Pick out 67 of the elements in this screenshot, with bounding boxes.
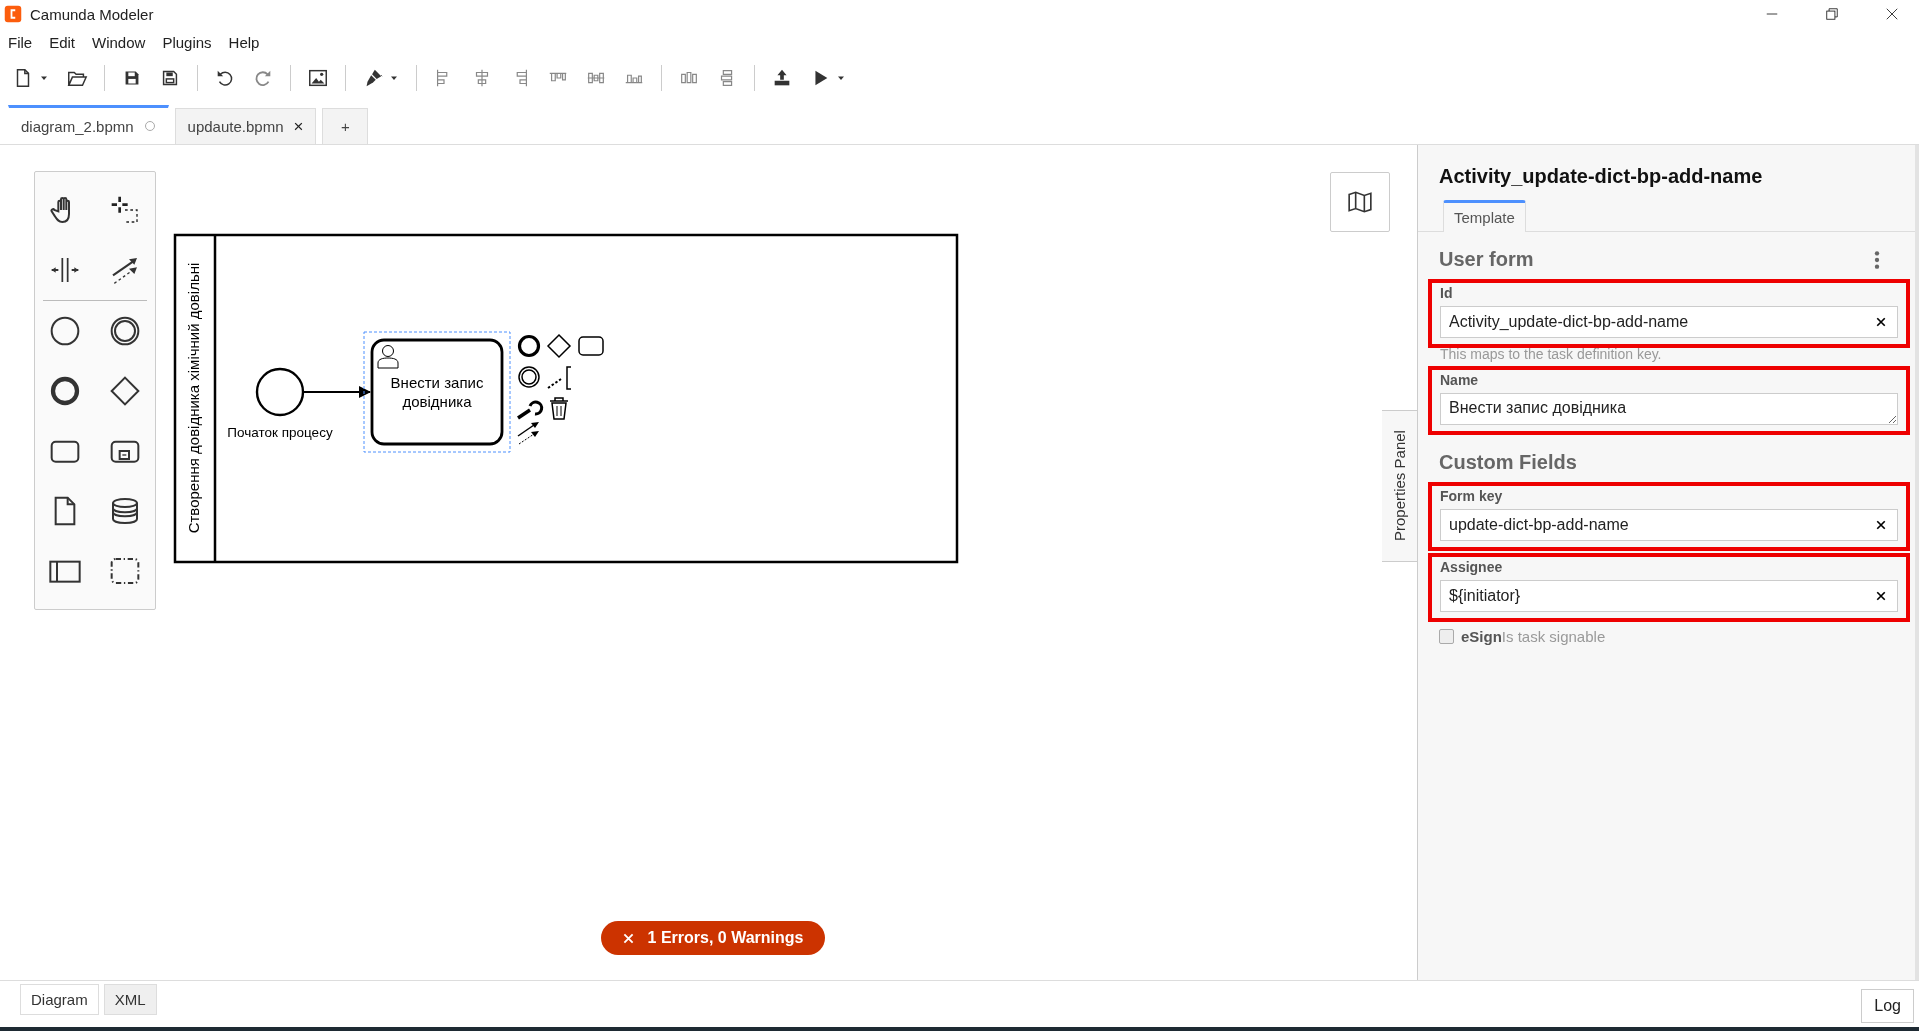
start-event-label: Початок процесу — [227, 425, 333, 440]
field-label: Assignee — [1440, 559, 1504, 575]
checkbox-label: eSign — [1461, 628, 1502, 645]
field-description: This maps to the task definition key. — [1439, 346, 1663, 364]
menu-item[interactable]: Edit — [49, 33, 76, 51]
new-tab-button[interactable]: + — [322, 108, 369, 144]
image-icon[interactable] — [307, 67, 329, 89]
intermediate-event-icon[interactable] — [109, 315, 141, 347]
text-annotation-icon[interactable] — [547, 366, 572, 390]
tab-label: updaute.bpmn — [187, 118, 284, 135]
clear-icon[interactable] — [1876, 520, 1886, 530]
pool[interactable] — [173, 233, 959, 564]
element-id-heading: Activity_update-dict-bp-add-name — [1438, 164, 1764, 188]
user-task[interactable] — [370, 338, 504, 446]
end-event-icon[interactable] — [517, 334, 541, 358]
input-field[interactable]: ${initiator} — [1440, 580, 1898, 612]
window-title: Camunda Modeler — [30, 5, 154, 23]
app-logo-icon — [4, 5, 22, 23]
menu-item[interactable]: Plugins — [162, 33, 212, 51]
file-tab[interactable]: updaute.bpmn × — [174, 108, 317, 144]
gateway-icon[interactable] — [109, 375, 141, 407]
close-icon[interactable] — [1885, 7, 1899, 21]
end-event-icon[interactable] — [49, 375, 81, 407]
menu-item[interactable]: Window — [92, 33, 146, 51]
start-event-icon[interactable] — [49, 315, 81, 347]
gateway-icon[interactable] — [546, 333, 572, 359]
task-icon[interactable] — [578, 336, 604, 356]
error-status-text: 1 Errors, 0 Warnings — [647, 929, 804, 947]
task-label: Внести запис довідника — [390, 374, 484, 410]
properties-panel-toggle[interactable]: Properties Panel — [1382, 410, 1417, 562]
wrench-icon[interactable] — [517, 400, 544, 420]
group-icon[interactable] — [109, 555, 141, 587]
group-title: User form — [1439, 248, 1534, 271]
clear-icon[interactable] — [1876, 317, 1886, 327]
intermediate-event-icon[interactable] — [518, 366, 540, 388]
sequence-flow-arrow[interactable] — [303, 386, 371, 398]
group-title: Custom Fields — [1439, 451, 1577, 474]
restore-icon[interactable] — [1825, 7, 1839, 21]
clear-icon[interactable] — [1876, 591, 1886, 601]
data-store-icon[interactable] — [109, 495, 141, 527]
field-label: Id — [1440, 285, 1454, 301]
connect-icon[interactable] — [517, 422, 539, 445]
error-status-button[interactable]: 1 Errors, 0 Warnings — [601, 921, 825, 955]
close-icon — [622, 932, 634, 944]
menu-item[interactable]: Help — [228, 33, 260, 51]
tab-close-button[interactable]: × — [293, 116, 304, 137]
text-area-field[interactable]: Внести запис довідника — [1440, 393, 1898, 425]
input-field[interactable]: Activity_update-dict-bp-add-name — [1440, 306, 1898, 338]
trash-icon[interactable] — [549, 397, 569, 420]
log-button[interactable]: Log — [1861, 989, 1914, 1023]
pool-label: Створення довідника хімічний довільні — [185, 262, 202, 534]
minimap-toggle-button[interactable] — [1330, 172, 1390, 232]
field-label: Name — [1440, 372, 1480, 388]
checkbox[interactable] — [1439, 629, 1454, 644]
lasso-tool-icon[interactable] — [109, 194, 141, 226]
view-tab[interactable]: Diagram — [20, 984, 99, 1015]
view-tab[interactable]: XML — [103, 984, 157, 1015]
tab-label: diagram_2.bpmn — [21, 117, 134, 135]
user-icon — [377, 345, 399, 369]
menu-item[interactable]: File — [8, 33, 33, 51]
start-event[interactable] — [255, 367, 305, 417]
template-tab[interactable]: Template — [1443, 200, 1526, 232]
unsaved-indicator-icon — [143, 120, 156, 132]
checkbox-description: Is task signable — [1501, 628, 1606, 645]
input-field[interactable]: update-dict-bp-add-name — [1440, 509, 1898, 541]
field-label: Form key — [1440, 488, 1504, 504]
map-icon — [1347, 189, 1373, 215]
